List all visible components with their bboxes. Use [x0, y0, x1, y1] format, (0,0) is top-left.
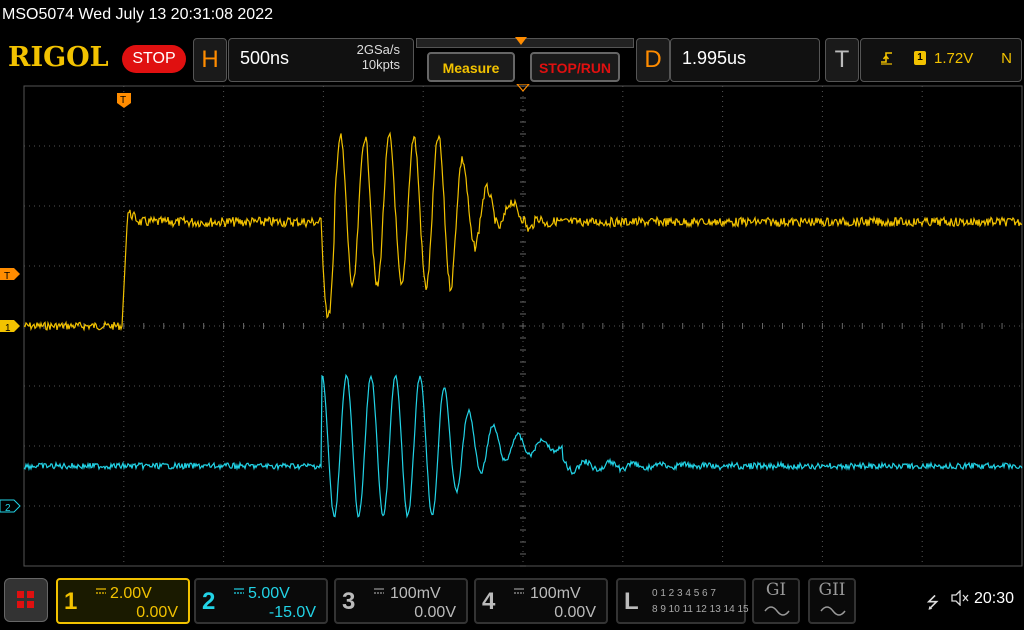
trigger-mode: N [1001, 50, 1012, 67]
sample-rate: 2GSa/s [356, 42, 400, 57]
trigger-source: 1 [914, 51, 926, 65]
title-text: MSO5074 Wed July 13 20:31:08 2022 [2, 6, 273, 23]
svg-text:T: T [4, 271, 10, 282]
generator-1-button[interactable]: GI [752, 578, 800, 624]
ch1-offset: 0.00V [136, 604, 178, 621]
main-menu-button[interactable] [4, 578, 48, 622]
ch4-offset: 0.00V [554, 604, 596, 621]
horizontal-settings[interactable]: 500ns 2GSa/s 10kpts [228, 38, 414, 82]
ch1-offset-marker[interactable]: 1 [0, 320, 20, 334]
speaker-muted-icon[interactable] [950, 589, 970, 611]
logic-row-1: 0 1 2 3 4 5 6 7 [652, 588, 716, 599]
acquisition-info: 2GSa/s 10kpts [357, 42, 400, 72]
svg-text:2: 2 [5, 503, 11, 514]
delay-settings[interactable]: 1.995us [670, 38, 820, 82]
sine-wave-icon [820, 606, 846, 616]
center-time-marker [516, 84, 530, 92]
trigger-position-bar[interactable] [416, 37, 634, 48]
dc-coupling-icon [96, 588, 106, 594]
trigger-position-marker [515, 37, 527, 45]
channel-3-panel[interactable]: 3 100mV 0.00V [334, 578, 468, 624]
trigger-time-marker[interactable]: T [117, 93, 131, 108]
trigger-level: 1.72V [934, 50, 974, 67]
bottom-bar: 1 2.00V 0.00V 2 5.00V -15.0V 3 100mV 0.0… [0, 574, 1024, 630]
sine-wave-icon [764, 606, 790, 616]
title-bar: MSO5074 Wed July 13 20:31:08 2022 [0, 0, 1024, 32]
dc-coupling-icon [234, 588, 244, 594]
ch2-scale: 5.00V [248, 585, 290, 602]
stop-run-button[interactable]: STOP/RUN [530, 52, 620, 82]
trigger-settings[interactable]: 1 1.72V N [860, 38, 1022, 82]
memory-depth: 10kpts [361, 57, 400, 72]
graticule [23, 85, 1023, 567]
channel-4-panel[interactable]: 4 100mV 0.00V [474, 578, 608, 624]
rigol-logo: RIGOL [8, 42, 109, 73]
ch3-scale: 100mV [390, 585, 441, 602]
ch2-offset: -15.0V [268, 604, 316, 621]
clock: 20:30 [974, 590, 1015, 607]
timebase-value: 500ns [240, 48, 290, 68]
dc-coupling-icon [374, 588, 384, 594]
rising-edge-icon [880, 50, 894, 70]
logic-channels-panel[interactable]: L 0 1 2 3 4 5 6 7 8 9 10 11 12 13 14 15 [616, 578, 749, 624]
svg-text:1: 1 [5, 323, 11, 334]
waveform-display[interactable]: T 1 2 T [0, 84, 1024, 574]
generator-2-button[interactable]: GII [808, 578, 856, 624]
ch3-offset: 0.00V [414, 604, 456, 621]
run-status-badge[interactable]: STOP [122, 45, 186, 73]
usb-icon: ⭍ [926, 595, 940, 612]
svg-text:T: T [120, 95, 126, 106]
measure-button[interactable]: Measure [427, 52, 515, 82]
channel-2-panel[interactable]: 2 5.00V -15.0V [194, 578, 328, 624]
dc-coupling-icon [514, 588, 524, 594]
logic-row-2: 8 9 10 11 12 13 14 15 [652, 604, 749, 615]
channel-1-panel[interactable]: 1 2.00V 0.00V [56, 578, 190, 624]
trigger-level-marker[interactable]: T [0, 268, 20, 282]
delay-value: 1.995us [682, 48, 747, 68]
ch4-scale: 100mV [530, 585, 581, 602]
ch1-scale: 2.00V [110, 585, 152, 602]
ch2-offset-marker[interactable]: 2 [0, 499, 21, 514]
